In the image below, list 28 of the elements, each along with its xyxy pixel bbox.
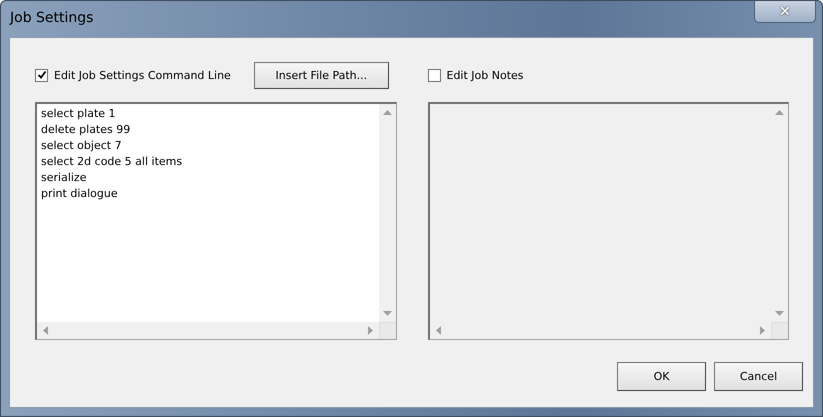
scroll-down-icon[interactable] — [775, 311, 784, 316]
window-title: Job Settings — [10, 10, 94, 26]
checkbox[interactable] — [35, 68, 48, 82]
insert-file-path-button[interactable]: Insert File Path... — [254, 62, 389, 88]
horizontal-scrollbar[interactable] — [37, 322, 378, 339]
scroll-up-icon[interactable] — [775, 110, 784, 115]
scrollbar-corner — [771, 322, 788, 339]
scroll-up-icon[interactable] — [382, 110, 392, 115]
command-line-text: delete plates 99 — [41, 122, 132, 138]
command-line-text: select object 7 — [41, 138, 123, 154]
dialog-button[interactable]: Cancel — [714, 362, 803, 391]
scroll-left-icon[interactable] — [43, 326, 48, 335]
scroll-down-icon[interactable] — [382, 311, 392, 316]
command-line-text: serialize — [41, 170, 88, 186]
checkbox-label: Edit Job Settings Command Line — [54, 68, 231, 82]
checkbox-label: Edit Job Notes — [446, 68, 524, 82]
scroll-right-icon[interactable] — [760, 326, 765, 335]
scroll-left-icon[interactable] — [436, 326, 440, 335]
command-line-text: select 2d code 5 all items — [41, 154, 184, 170]
text-area[interactable] — [428, 102, 789, 340]
checkbox[interactable] — [428, 68, 440, 82]
command-line-text: select plate 1 — [41, 106, 117, 122]
text-area[interactable]: select plate 1 delete plates 99 select object 7 select 2d code 5 all items serialize print dialogue — [35, 102, 396, 340]
command-line-text: print dialogue — [41, 186, 119, 202]
dialog-button[interactable]: OK — [617, 362, 706, 391]
vertical-scrollbar[interactable] — [378, 104, 396, 322]
scroll-right-icon[interactable] — [368, 326, 372, 335]
scrollbar-corner — [378, 322, 396, 339]
